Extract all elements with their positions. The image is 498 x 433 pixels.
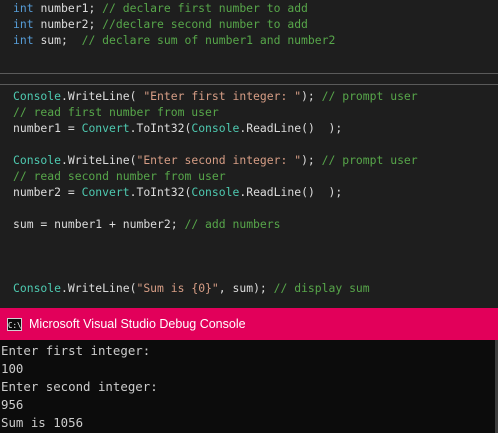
code-token: WriteLine bbox=[67, 89, 130, 103]
code-token: ); bbox=[301, 153, 322, 167]
editor-divider bbox=[0, 73, 498, 74]
code-token: Convert bbox=[81, 185, 130, 199]
console-output-line: Sum is 1056 bbox=[1, 415, 84, 430]
code-editor-top[interactable]: int number1; // declare first number to … bbox=[0, 0, 498, 70]
code-token: "Sum is {0}" bbox=[136, 281, 219, 295]
code-token: ; bbox=[88, 17, 103, 31]
code-token: () ); bbox=[301, 121, 343, 135]
code-line: int sum; // declare sum of number1 and n… bbox=[0, 32, 498, 48]
console-title-bar[interactable]: C:\ Microsoft Visual Studio Debug Consol… bbox=[0, 308, 498, 340]
code-token: ); bbox=[253, 281, 274, 295]
code-token: , bbox=[218, 281, 233, 295]
code-line: int number2; //declare second number to … bbox=[0, 16, 498, 32]
code-token: sum bbox=[232, 281, 254, 295]
code-token: int bbox=[13, 17, 34, 31]
code-token: // prompt user bbox=[321, 89, 418, 103]
code-token: = bbox=[61, 121, 82, 135]
code-token: Console bbox=[191, 185, 240, 199]
code-token: . bbox=[61, 281, 68, 295]
code-token: ; bbox=[88, 1, 103, 15]
code-token: // declare sum of number1 and number2 bbox=[81, 33, 336, 47]
code-line: // read first number from user bbox=[0, 104, 498, 120]
code-token: ( bbox=[129, 89, 144, 103]
code-token: Convert bbox=[81, 121, 130, 135]
code-token: ReadLine bbox=[246, 121, 302, 135]
code-token: ; bbox=[170, 217, 185, 231]
code-token: // read second number from user bbox=[13, 169, 226, 183]
code-editor-bottom[interactable]: Console.WriteLine( "Enter first integer:… bbox=[0, 88, 498, 308]
code-token: number1 bbox=[40, 1, 89, 15]
console-output-line: 956 bbox=[1, 397, 24, 412]
code-token: Console bbox=[13, 89, 62, 103]
code-token: + bbox=[102, 217, 123, 231]
console-output-line: Enter second integer: bbox=[1, 379, 158, 394]
code-token: = bbox=[61, 185, 82, 199]
code-token: "Enter second integer: " bbox=[136, 153, 302, 167]
code-token: ToInt32 bbox=[136, 121, 185, 135]
console-title: Microsoft Visual Studio Debug Console bbox=[29, 317, 246, 331]
console-output-line: 100 bbox=[1, 361, 24, 376]
code-token: Console bbox=[191, 121, 240, 135]
code-token: // display sum bbox=[273, 281, 370, 295]
code-token: = bbox=[33, 217, 55, 231]
code-token: WriteLine bbox=[67, 281, 130, 295]
code-token: int bbox=[13, 33, 34, 47]
code-token: Console bbox=[13, 153, 62, 167]
code-token: "Enter first integer: " bbox=[143, 89, 302, 103]
code-token: () ); bbox=[301, 185, 343, 199]
code-token: // add numbers bbox=[184, 217, 281, 231]
code-token: ToInt32 bbox=[136, 185, 185, 199]
code-line: // read second number from user bbox=[0, 168, 498, 184]
debug-console-window[interactable]: C:\ Microsoft Visual Studio Debug Consol… bbox=[0, 308, 498, 433]
code-token: number2 bbox=[40, 17, 89, 31]
code-token: sum bbox=[40, 33, 62, 47]
console-window-icon: C:\ bbox=[7, 317, 22, 331]
code-line: sum = number1 + number2; // add numbers bbox=[0, 216, 498, 232]
code-token: int bbox=[13, 1, 34, 15]
code-line: Console.WriteLine( "Enter first integer:… bbox=[0, 88, 498, 104]
code-line: int number1; // declare first number to … bbox=[0, 0, 498, 16]
code-line: number1 = Convert.ToInt32(Console.ReadLi… bbox=[0, 120, 498, 136]
code-token: // prompt user bbox=[321, 153, 418, 167]
code-token: number1 bbox=[54, 217, 103, 231]
code-token: Console bbox=[13, 281, 62, 295]
code-token: sum bbox=[13, 217, 34, 231]
code-token: number2 bbox=[13, 185, 62, 199]
code-token: WriteLine bbox=[67, 153, 130, 167]
code-token: number1 bbox=[13, 121, 62, 135]
code-token: //declare second number to add bbox=[102, 17, 308, 31]
code-token: // read first number from user bbox=[13, 105, 219, 119]
code-line: Console.WriteLine("Sum is {0}", sum); //… bbox=[0, 280, 498, 296]
code-token: ; bbox=[61, 33, 82, 47]
console-output: Enter first integer: 100 Enter second inte… bbox=[0, 340, 498, 432]
code-token: // declare first number to add bbox=[102, 1, 308, 15]
code-token: . bbox=[61, 89, 68, 103]
code-token: . bbox=[61, 153, 68, 167]
code-line: Console.WriteLine("Enter second integer:… bbox=[0, 152, 498, 168]
code-line: number2 = Convert.ToInt32(Console.ReadLi… bbox=[0, 184, 498, 200]
code-token: ); bbox=[301, 89, 322, 103]
code-token: ReadLine bbox=[246, 185, 302, 199]
console-output-line: Enter first integer: bbox=[1, 343, 151, 358]
code-token: number2 bbox=[122, 217, 171, 231]
editor-divider bbox=[0, 84, 498, 85]
